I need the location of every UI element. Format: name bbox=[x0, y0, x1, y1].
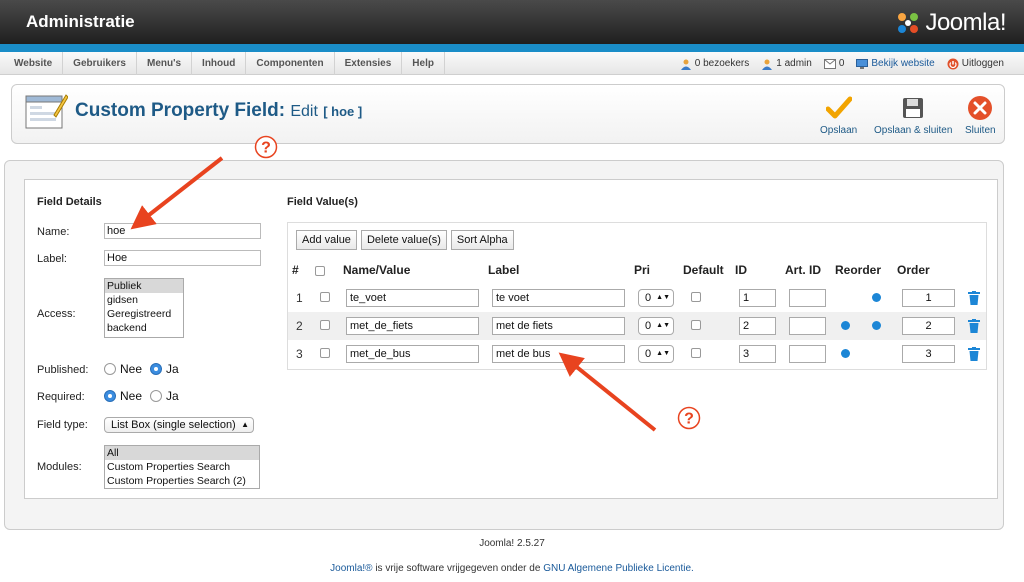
question-mark-icon: ? bbox=[677, 406, 701, 430]
footer-license: Joomla!® is vrije software vrijgegeven o… bbox=[0, 563, 1024, 574]
annotation-arrow bbox=[558, 352, 657, 432]
annotation-arrow bbox=[130, 156, 224, 230]
license-link[interactable]: GNU Algemene Publieke Licentie. bbox=[543, 563, 694, 574]
question-mark-glyph: ? bbox=[684, 411, 694, 428]
joomla-link[interactable]: Joomla!® bbox=[330, 563, 372, 574]
footer-version: Joomla! 2.5.27 bbox=[479, 538, 545, 549]
question-mark-icon: ? bbox=[254, 135, 278, 159]
license-text: is vrije software vrijgegeven onder de bbox=[372, 563, 544, 574]
question-mark-glyph: ? bbox=[261, 140, 271, 157]
annotation-overlay bbox=[130, 156, 657, 432]
